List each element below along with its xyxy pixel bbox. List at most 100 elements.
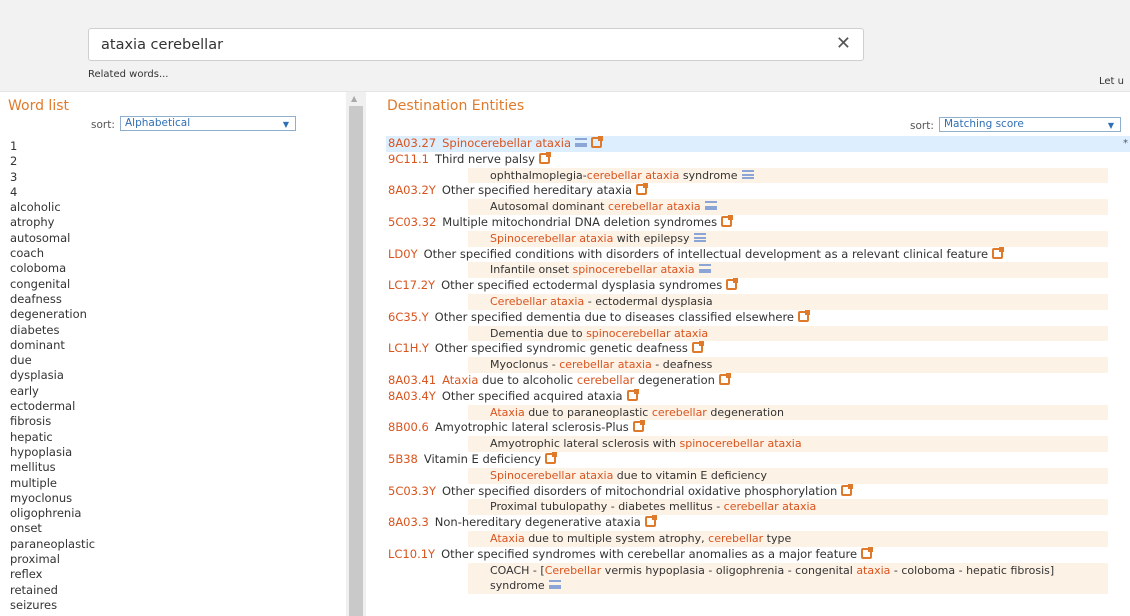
external-link-icon[interactable] [591,136,604,148]
word-list-item[interactable]: 1 [10,139,95,154]
word-list-sort-select[interactable]: Alphabetical ▼ [119,116,296,131]
word-list-item[interactable]: paraneoplastic [10,537,95,552]
entity-row[interactable]: LD0Y Other specified conditions with diso… [386,246,1130,263]
word-list-item[interactable]: fibrosis [10,414,95,429]
word-list-item[interactable]: multiple [10,476,95,491]
entity-row[interactable]: 8A03.41 Ataxia due to alcoholic cerebella… [386,372,1130,389]
entity-index-term-row[interactable]: Cerebellar ataxia - ectodermal dysplasia [468,293,1108,310]
external-link-icon[interactable] [538,151,551,164]
external-link-icon[interactable] [992,246,1005,259]
external-link-icon[interactable] [691,341,704,354]
entity-index-term-row[interactable]: ophthalmoplegia-cerebellar ataxia syndro… [468,167,1108,184]
external-link-icon[interactable] [861,546,874,559]
entity-index-term-row[interactable]: Spinocerebellar ataxia due to vitamin E … [468,467,1108,484]
word-list-item[interactable]: degeneration [10,307,95,322]
word-list-item[interactable]: dysplasia [10,368,95,383]
external-link-icon[interactable] [798,309,811,322]
word-list-item[interactable]: diabetes [10,323,95,338]
entity-index-term-row[interactable]: Spinocerebellar ataxia with epilepsy [468,230,1108,247]
word-list-item[interactable]: hypoplasia [10,445,95,460]
entity-row[interactable]: 8B00.6 Amyotrophic lateral sclerosis-Plus [386,420,1130,436]
external-link-icon[interactable] [636,183,649,196]
entity-code[interactable]: LC1H.Y [388,341,429,355]
entity-row[interactable]: LC17.2Y Other specified ectodermal dyspla… [386,278,1130,294]
entity-index-term-row[interactable]: COACH - [Cerebellar vermis hypoplasia - … [468,562,1108,595]
entity-index-term-row[interactable]: Proximal tubulopathy - diabetes mellitus… [468,499,1108,516]
entity-row[interactable]: LC1H.Y Other specified syndromic genetic … [386,341,1130,357]
entity-code[interactable]: 8A03.2Y [388,183,436,197]
entity-index-term-row[interactable]: Ataxia due to paraneoplastic cerebellar … [468,404,1108,421]
external-link-icon[interactable] [644,515,657,528]
word-list-item[interactable]: due [10,353,95,368]
scroll-up-icon[interactable]: ▲ [351,94,357,103]
external-link-icon[interactable] [718,372,731,385]
entity-code[interactable]: LC10.1Y [388,547,435,561]
external-link-icon[interactable] [632,420,645,433]
entity-code[interactable]: 6C35.Y [388,310,429,324]
word-list-item[interactable]: proximal [10,552,95,567]
entity-row[interactable]: 8A03.2Y Other specified hereditary ataxia [386,183,1130,199]
scrollbar[interactable]: ▲ [346,92,366,616]
entity-row[interactable]: 9C11.1 Third nerve palsy [386,151,1130,168]
list-menu-icon[interactable] [693,232,706,242]
entity-code[interactable]: 5C03.32 [388,215,436,229]
word-list-item[interactable]: ectodermal [10,399,95,414]
list-menu-icon[interactable] [548,580,561,590]
list-menu-icon[interactable] [698,264,711,274]
word-list-item[interactable]: hepatic [10,430,95,445]
word-list-item[interactable]: congenital [10,277,95,292]
destination-sort-select[interactable]: Matching score ▼ [938,117,1121,132]
word-list-item[interactable]: alcoholic [10,200,95,215]
word-list-item[interactable]: onset [10,521,95,536]
word-list-item[interactable]: seizures [10,598,95,613]
related-words-link[interactable]: Related words... [88,69,168,80]
entity-code[interactable]: 8A03.3 [388,515,429,529]
entity-row[interactable]: 5C03.3Y Other specified disorders of mito… [386,483,1130,500]
word-list-item[interactable]: retained [10,583,95,598]
word-list-item[interactable]: coloboma [10,261,95,276]
entity-code[interactable]: LD0Y [388,247,418,261]
entity-index-term-row[interactable]: Amyotrophic lateral sclerosis with spino… [468,436,1108,452]
entity-row[interactable]: 8A03.4Y Other specified acquired ataxia [386,388,1130,405]
word-list-item[interactable]: deafness [10,292,95,307]
entity-row[interactable]: 5B38 Vitamin E deficiency [386,451,1130,468]
search-input[interactable] [101,34,821,56]
entity-code[interactable]: 8A03.4Y [388,389,436,403]
entity-row[interactable]: 5C03.32 Multiple mitochondrial DNA deleti… [386,214,1130,231]
list-menu-icon[interactable] [575,138,588,147]
word-list-item[interactable]: 3 [10,170,95,185]
entity-row[interactable]: 6C35.Y Other specified dementia due to di… [386,309,1130,326]
word-list-item[interactable]: 4 [10,185,95,200]
entity-code[interactable]: 8A03.41 [388,373,436,387]
external-link-icon[interactable] [841,483,854,496]
word-list-item[interactable]: early [10,384,95,399]
word-list-item[interactable]: dominant [10,338,95,353]
entity-index-term-row[interactable]: Infantile onset spinocerebellar ataxia [468,262,1108,279]
entity-row[interactable]: LC10.1Y Other specified syndromes with ce… [386,546,1130,563]
entity-row[interactable]: 8A03.3 Non-hereditary degenerative ataxia [386,515,1130,531]
list-menu-icon[interactable] [741,169,754,179]
word-list-item[interactable]: coach [10,246,95,261]
entity-code[interactable]: LC17.2Y [388,278,435,292]
clear-search-icon[interactable]: ✕ [836,33,851,54]
entity-index-term-row[interactable]: Dementia due to spinocerebellar ataxia [468,325,1108,342]
word-list-item[interactable]: reflex [10,567,95,582]
entity-index-term-row[interactable]: Ataxia due to multiple system atrophy, c… [468,530,1108,547]
entity-index-term-row[interactable]: Autosomal dominant cerebellar ataxia [468,199,1108,215]
external-link-icon[interactable] [545,451,558,464]
entity-code[interactable]: 5C03.3Y [388,484,436,498]
external-link-icon[interactable] [626,388,639,401]
word-list-item[interactable]: oligophrenia [10,506,95,521]
scrollbar-thumb[interactable] [349,106,363,616]
external-link-icon[interactable] [721,214,734,227]
entity-row[interactable]: 8A03.27 Spinocerebellar ataxia * [386,136,1130,152]
word-list-item[interactable]: 2 [10,154,95,169]
entity-index-term-row[interactable]: Myoclonus - cerebellar ataxia - deafness [468,357,1108,373]
word-list-item[interactable]: atrophy [10,215,95,230]
entity-code[interactable]: 5B38 [388,452,418,466]
word-list-item[interactable]: myoclonus [10,491,95,506]
word-list-item[interactable]: autosomal [10,231,95,246]
word-list-item[interactable]: mellitus [10,460,95,475]
external-link-icon[interactable] [726,278,739,291]
entity-code[interactable]: 8B00.6 [388,420,429,434]
